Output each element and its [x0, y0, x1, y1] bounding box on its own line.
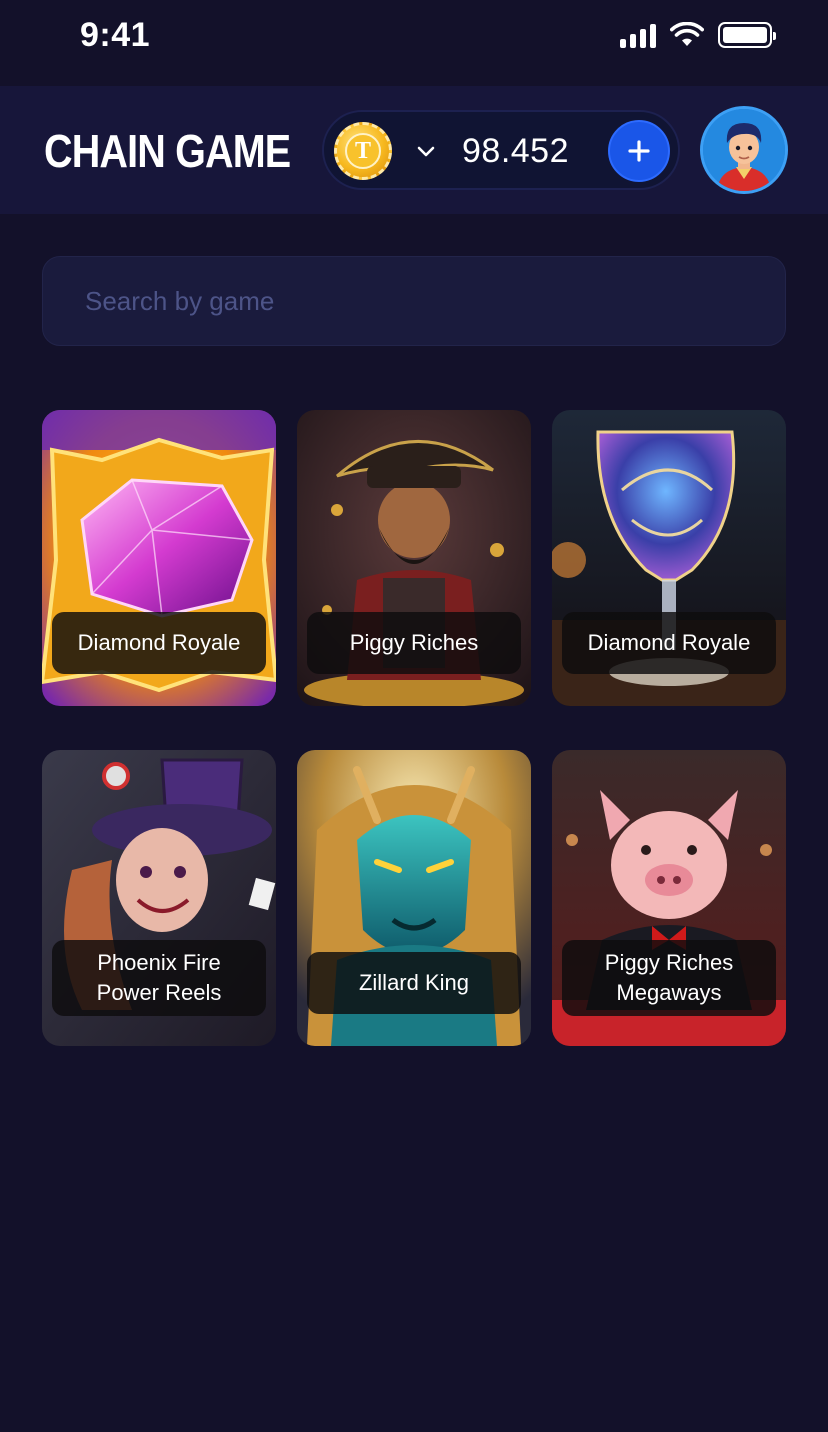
- wifi-icon: [670, 22, 704, 46]
- wallet-balance-pill[interactable]: T 98.452: [322, 110, 680, 190]
- chevron-down-icon[interactable]: [412, 138, 440, 166]
- app-logo: CHAIN GAME: [44, 125, 291, 177]
- status-time: 9:41: [80, 16, 151, 54]
- game-card[interactable]: Piggy Riches Megaways: [552, 750, 786, 1046]
- game-title: Diamond Royale: [562, 612, 776, 674]
- game-title: Zillard King: [307, 952, 521, 1014]
- battery-icon: [718, 22, 776, 48]
- add-funds-button[interactable]: [608, 120, 670, 182]
- status-icons: [620, 22, 776, 48]
- game-card[interactable]: Zillard King: [297, 750, 531, 1046]
- game-card[interactable]: Diamond Royale: [42, 410, 276, 706]
- screen: 9:41 CHAIN GAME T 98.452 Search by game …: [0, 0, 828, 1432]
- game-title: Phoenix Fire Power Reels: [52, 940, 266, 1016]
- game-card[interactable]: Diamond Royale: [552, 410, 786, 706]
- coin-letter: T: [345, 133, 381, 169]
- search-box[interactable]: [42, 256, 786, 346]
- game-card[interactable]: Piggy Riches: [297, 410, 531, 706]
- game-title: Piggy Riches Megaways: [562, 940, 776, 1016]
- game-title: Diamond Royale: [52, 612, 266, 674]
- coin-icon: T: [334, 122, 392, 180]
- app-header: CHAIN GAME T 98.452: [0, 86, 828, 214]
- cellular-signal-icon: [620, 22, 656, 48]
- status-bar: 9:41: [0, 0, 828, 76]
- search-input[interactable]: [43, 257, 785, 345]
- game-card[interactable]: Phoenix Fire Power Reels: [42, 750, 276, 1046]
- user-avatar[interactable]: [700, 106, 788, 194]
- plus-icon: [628, 140, 650, 162]
- balance-value: 98.452: [462, 132, 569, 170]
- game-title: Piggy Riches: [307, 612, 521, 674]
